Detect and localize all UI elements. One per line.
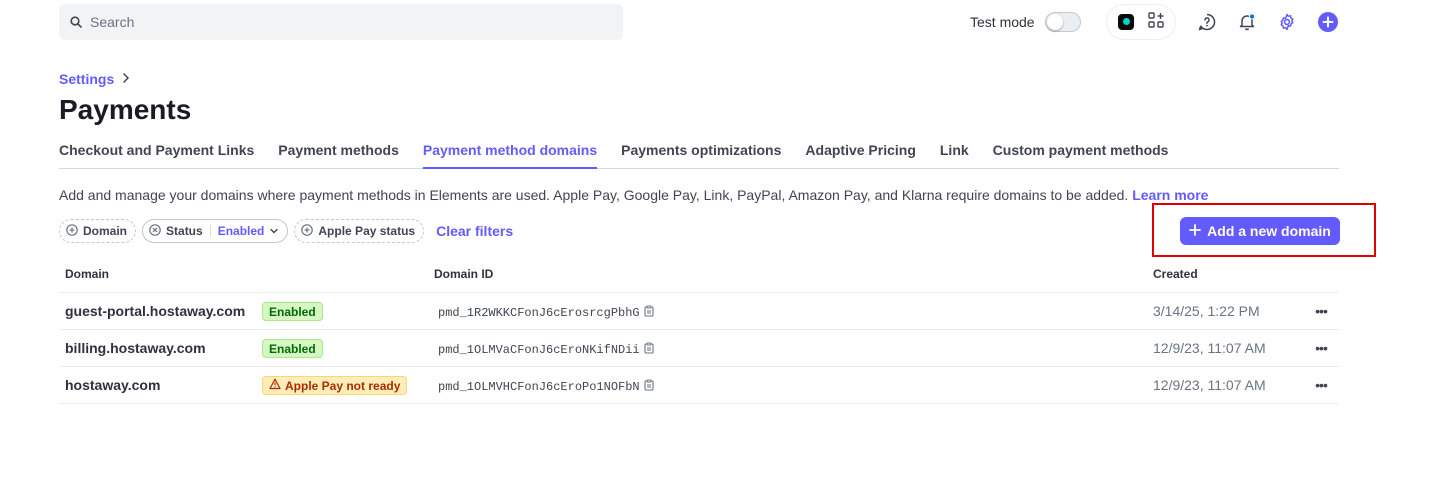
row-overflow-menu-icon[interactable]: ••• [1311,338,1331,358]
tab-payment-methods[interactable]: Payment methods [278,140,399,169]
tab-payments-optimizations[interactable]: Payments optimizations [621,140,781,169]
table-header: Domain Domain ID Created [59,262,1339,293]
test-mode-label: Test mode [970,14,1035,30]
header-domain-id[interactable]: Domain ID [434,267,493,281]
tab-checkout-and-payment-links[interactable]: Checkout and Payment Links [59,140,254,169]
domain-id-cell: pmd_1OLMVHCFonJ6cEroPo1NOFbN [438,379,654,395]
row-overflow-menu-icon[interactable]: ••• [1311,375,1331,395]
created-date: 12/9/23, 11:07 AM [1153,340,1266,356]
test-mode-control[interactable]: Test mode [970,12,1081,32]
status-badge: Enabled [262,302,323,321]
plus-circle-icon [66,223,78,239]
breadcrumb-settings-link[interactable]: Settings [59,71,114,87]
app-switcher[interactable] [1106,4,1176,40]
filter-status-label: Status [166,224,203,238]
chevron-down-icon [269,224,279,238]
filter-domain[interactable]: Domain [59,219,137,243]
table-row[interactable]: billing.hostaway.com Enabled pmd_1OLMVaC… [59,330,1339,367]
table-row[interactable]: guest-portal.hostaway.com Enabled pmd_1R… [59,293,1339,330]
tab-link[interactable]: Link [940,140,969,169]
remove-filter-icon[interactable] [149,223,161,239]
help-icon[interactable] [1197,12,1217,32]
row-overflow-menu-icon[interactable]: ••• [1311,301,1331,321]
learn-more-link[interactable]: Learn more [1132,187,1208,203]
plus-circle-icon[interactable] [1318,12,1338,32]
filter-domain-label: Domain [83,224,128,238]
test-mode-toggle[interactable] [1044,12,1081,32]
domain-id: pmd_1R2WKKCFonJ6cErosrcgPbhG [438,306,640,320]
domains-table: Domain Domain ID Created guest-portal.ho… [59,262,1339,404]
add-domain-button[interactable]: Add a new domain [1180,217,1340,245]
filter-status[interactable]: Status Enabled [142,219,289,243]
header-domain[interactable]: Domain [65,267,109,281]
table-row[interactable]: hostaway.com Apple Pay not ready pmd_1OL… [59,367,1339,404]
status-badge: Apple Pay not ready [262,376,408,395]
filter-status-value: Enabled [217,224,265,238]
status-badge-label: Enabled [269,341,316,356]
filter-apple-pay-status[interactable]: Apple Pay status [294,219,425,243]
tab-custom-payment-methods[interactable]: Custom payment methods [993,140,1169,169]
clear-filters-link[interactable]: Clear filters [436,223,513,239]
domain-id: pmd_1OLMVaCFonJ6cEroNKifNDii [438,343,640,357]
gear-icon[interactable] [1277,12,1297,32]
domain-id-cell: pmd_1OLMVaCFonJ6cEroNKifNDii [438,342,654,358]
plus-circle-icon [301,223,314,239]
domain-name[interactable]: guest-portal.hostaway.com [65,303,245,319]
domain-id: pmd_1OLMVHCFonJ6cEroPo1NOFbN [438,380,640,394]
chevron-right-icon [122,70,130,88]
toggle-knob [1046,14,1063,30]
page-title: Payments [59,94,192,125]
plus-icon [1189,223,1202,239]
copy-icon[interactable] [644,379,654,395]
status-badge-label: Apple Pay not ready [285,378,401,393]
pill-divider [209,225,211,237]
domain-name[interactable]: billing.hostaway.com [65,340,206,356]
filter-apple-pay-status-label: Apple Pay status [318,224,416,238]
copy-icon[interactable] [644,305,654,321]
created-date: 3/14/25, 1:22 PM [1153,303,1260,319]
tab-payment-method-domains[interactable]: Payment method domains [422,140,598,169]
warning-icon [269,378,281,393]
add-domain-label: Add a new domain [1207,223,1331,239]
status-badge: Enabled [262,339,323,358]
description-text: Add and manage your domains where paymen… [59,187,1129,203]
tab-adaptive-pricing[interactable]: Adaptive Pricing [805,140,915,169]
domain-name[interactable]: hostaway.com [65,377,160,393]
status-badge-label: Enabled [269,304,316,319]
tab-bar: Checkout and Payment Links Payment metho… [59,140,1339,169]
search-bar[interactable] [59,4,623,40]
search-input[interactable] [90,14,590,30]
search-icon [70,16,82,28]
bell-icon[interactable] [1237,12,1257,32]
filter-bar: Domain Status Enabled Apple Pay status C… [59,219,513,243]
breadcrumb: Settings [59,70,130,88]
header-created[interactable]: Created [1153,267,1198,281]
page-description: Add and manage your domains where paymen… [59,187,1208,203]
created-date: 12/9/23, 11:07 AM [1153,377,1266,393]
copy-icon[interactable] [644,342,654,358]
app-logo-icon[interactable] [1118,14,1134,30]
apps-grid-icon[interactable] [1148,11,1164,33]
domain-id-cell: pmd_1R2WKKCFonJ6cErosrcgPbhG [438,305,654,321]
